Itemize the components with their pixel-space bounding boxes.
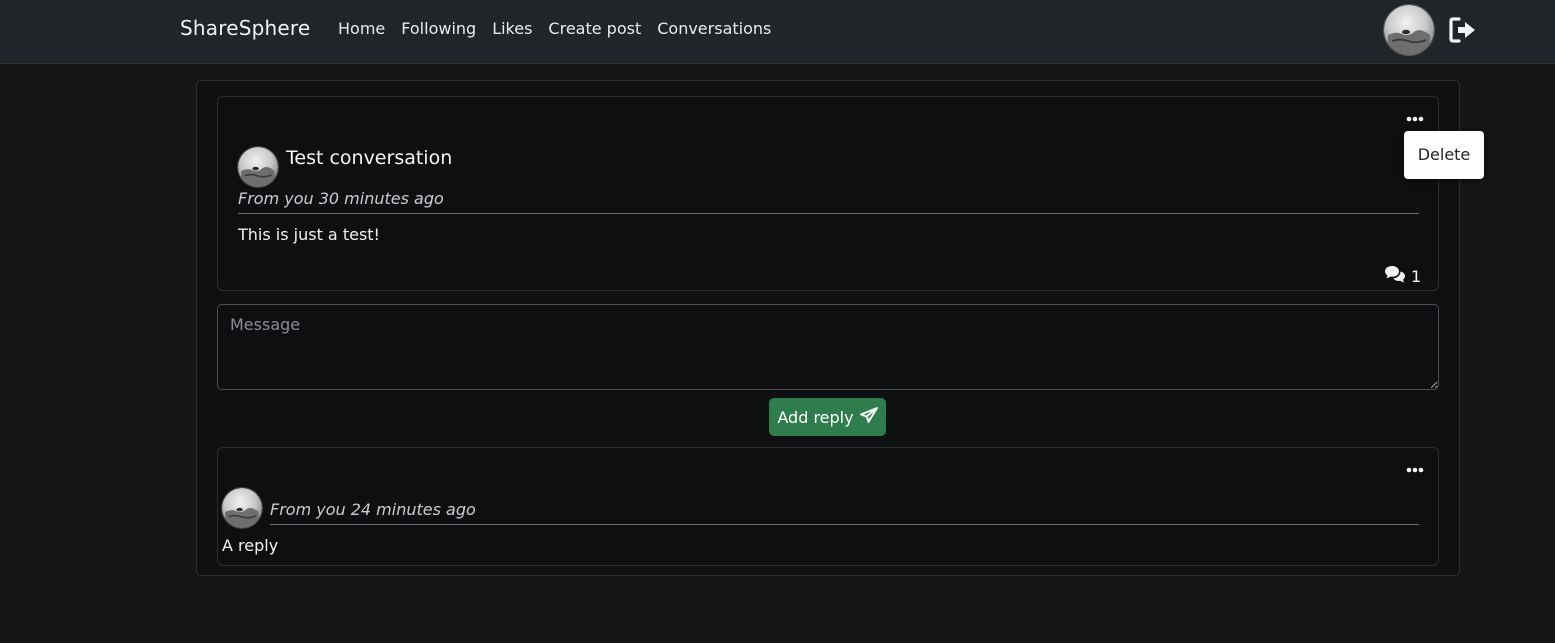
nav-link-create-post[interactable]: Create post — [548, 19, 641, 38]
user-avatar[interactable] — [1384, 5, 1434, 55]
paper-plane-icon — [859, 407, 878, 427]
nav-link-following[interactable]: Following — [401, 19, 476, 38]
conversation-meta: From you 30 minutes ago — [238, 189, 444, 208]
reply-body: A reply — [222, 536, 279, 555]
nav-links: Home Following Likes Create post Convers… — [338, 19, 771, 38]
reply-more-options-icon[interactable] — [1405, 462, 1425, 476]
reply-card: From you 24 minutes ago A reply — [217, 447, 1439, 566]
more-options-icon[interactable] — [1405, 111, 1425, 125]
divider — [238, 213, 1419, 214]
reply-count[interactable]: 1 — [1384, 265, 1421, 287]
reply-author-avatar[interactable] — [222, 488, 262, 528]
message-input[interactable] — [217, 304, 1439, 390]
conversation-body: This is just a test! — [238, 225, 380, 244]
nav-link-likes[interactable]: Likes — [492, 19, 532, 38]
reply-meta: From you 24 minutes ago — [270, 500, 476, 519]
top-navbar: ShareSphere Home Following Likes Create … — [0, 0, 1555, 64]
brand-logo[interactable]: ShareSphere — [180, 16, 310, 40]
comments-icon — [1384, 265, 1406, 287]
nav-link-home[interactable]: Home — [338, 19, 385, 38]
author-avatar[interactable] — [238, 147, 278, 187]
reply-divider — [270, 524, 1419, 525]
conversation-card: Test conversation From you 30 minutes ag… — [217, 96, 1439, 291]
options-dropdown: Delete — [1404, 131, 1484, 179]
conversation-title: Test conversation — [286, 147, 453, 169]
delete-menu-item[interactable]: Delete — [1404, 131, 1484, 179]
add-reply-button[interactable]: Add reply — [769, 398, 886, 436]
nav-link-conversations[interactable]: Conversations — [657, 19, 771, 38]
reply-count-value: 1 — [1411, 266, 1422, 286]
logout-icon[interactable] — [1448, 15, 1478, 45]
add-reply-label: Add reply — [777, 407, 854, 427]
